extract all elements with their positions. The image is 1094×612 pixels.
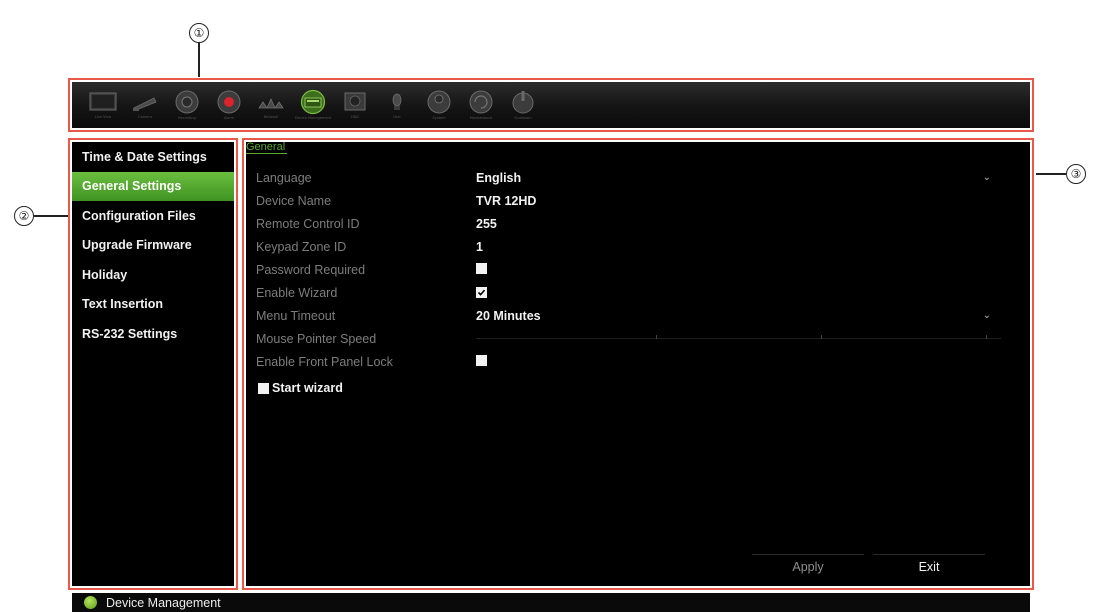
hdd-icon xyxy=(344,92,366,111)
toolbar-caption: Shutdown xyxy=(514,116,532,120)
device-name-field[interactable]: TVR 12HD xyxy=(476,194,1001,208)
user-icon xyxy=(392,93,402,110)
chevron-down-icon[interactable]: ⌄ xyxy=(983,310,991,321)
toolbar-recording[interactable]: Recording xyxy=(166,85,208,125)
maintenance-icon xyxy=(469,90,493,114)
mouse-pointer-speed-row: Mouse Pointer Speed xyxy=(256,327,1001,350)
language-row: Language English ⌄ xyxy=(256,166,1001,189)
shutdown-icon xyxy=(512,91,534,114)
remote-control-id-field[interactable]: 255 xyxy=(476,217,1001,231)
password-required-label: Password Required xyxy=(256,262,366,277)
alarm-icon xyxy=(217,90,241,114)
device-name-label: Device Name xyxy=(256,193,332,208)
toolbar-maintenance[interactable]: Maintenance xyxy=(460,85,502,125)
toolbar-device-management[interactable]: Device Management xyxy=(292,85,334,125)
toolbar-camera[interactable]: Camera xyxy=(124,85,166,125)
toolbar-hdd[interactable]: HDD xyxy=(334,85,376,125)
toolbar-alarm[interactable]: Alarm xyxy=(208,85,250,125)
enable-front-panel-lock-row: Enable Front Panel Lock xyxy=(256,350,1001,373)
settings-menu: Time & Date Settings General Settings Co… xyxy=(72,142,234,586)
menu-item-rs-232-settings[interactable]: RS-232 Settings xyxy=(72,319,234,349)
remote-control-id-row: Remote Control ID 255 xyxy=(256,212,1001,235)
password-required-checkbox[interactable] xyxy=(476,262,487,274)
checkmark-icon xyxy=(477,289,486,296)
apply-button[interactable]: Apply xyxy=(752,554,864,578)
callout-2: ② xyxy=(14,206,34,226)
live-view-icon xyxy=(89,92,117,111)
toolbar-caption: HDD xyxy=(350,115,360,119)
menu-item-configuration-files[interactable]: Configuration Files xyxy=(72,201,234,231)
menu-item-general-settings[interactable]: General Settings xyxy=(72,171,234,201)
system-info-icon xyxy=(427,90,451,114)
menu-item-holiday[interactable]: Holiday xyxy=(72,260,234,290)
exit-button[interactable]: Exit xyxy=(873,554,985,578)
toolbar-caption: Alarm xyxy=(223,116,235,120)
menu-timeout-label: Menu Timeout xyxy=(256,308,336,323)
enable-wizard-row: Enable Wizard xyxy=(256,281,1001,304)
menu-timeout-select[interactable]: 20 Minutes xyxy=(476,309,1001,323)
toolbar-caption: Maintenance xyxy=(469,116,493,120)
toolbar-caption: Live View xyxy=(94,115,112,119)
toolbar-user[interactable]: User xyxy=(376,85,418,125)
toolbar-system[interactable]: System xyxy=(418,85,460,125)
tab-general[interactable]: General xyxy=(246,142,288,154)
toolbar-caption: User xyxy=(393,115,401,119)
toolbar-caption: Device Management xyxy=(294,116,332,120)
keypad-zone-id-label: Keypad Zone ID xyxy=(256,239,347,254)
recording-icon xyxy=(175,90,199,114)
mouse-pointer-speed-slider[interactable] xyxy=(476,338,1001,339)
toolbar-caption: Network xyxy=(263,115,279,119)
remote-control-id-label: Remote Control ID xyxy=(256,216,360,231)
mouse-pointer-speed-label: Mouse Pointer Speed xyxy=(256,331,377,346)
enable-front-panel-lock-label: Enable Front Panel Lock xyxy=(256,354,393,369)
device-name-row: Device Name TVR 12HD xyxy=(256,189,1001,212)
device-management-status-icon xyxy=(84,596,97,609)
language-select[interactable]: English xyxy=(476,171,1001,185)
callout-1: ① xyxy=(189,23,209,43)
language-label: Language xyxy=(256,170,312,185)
enable-wizard-label: Enable Wizard xyxy=(256,285,338,300)
start-wizard-label: Start wizard xyxy=(272,381,343,395)
toolbar-network[interactable]: Network xyxy=(250,85,292,125)
toolbar-caption: Recording xyxy=(178,116,196,120)
network-icon xyxy=(258,98,284,109)
slider-tick xyxy=(986,335,987,339)
toolbar-caption: Camera xyxy=(138,115,152,119)
main-toolbar: Live View Camera Recording Alarm Network xyxy=(72,82,1030,128)
menu-timeout-row: Menu Timeout 20 Minutes ⌄ xyxy=(256,304,1001,327)
menu-item-upgrade-firmware[interactable]: Upgrade Firmware xyxy=(72,231,234,261)
slider-tick xyxy=(656,335,657,339)
callout-3-leader xyxy=(1036,173,1066,175)
general-settings-panel: General Language English ⌄ Device Name T… xyxy=(246,142,1030,586)
password-required-row: Password Required xyxy=(256,258,1001,281)
status-bar: Device Management xyxy=(72,593,1030,612)
callout-1-leader xyxy=(198,43,200,77)
callout-3: ③ xyxy=(1066,164,1086,184)
enable-wizard-checkbox[interactable] xyxy=(476,286,487,298)
start-wizard-option[interactable]: Start wizard xyxy=(258,381,343,395)
slider-tick xyxy=(821,335,822,339)
toolbar-caption: System xyxy=(432,116,446,120)
chevron-down-icon[interactable]: ⌄ xyxy=(983,172,991,183)
menu-item-time-date-settings[interactable]: Time & Date Settings xyxy=(72,142,234,172)
callout-2-leader xyxy=(34,215,68,217)
status-text: Device Management xyxy=(106,595,221,610)
toolbar-live-view[interactable]: Live View xyxy=(82,85,124,125)
toolbar-shutdown[interactable]: Shutdown xyxy=(502,85,544,125)
keypad-zone-id-field[interactable]: 1 xyxy=(476,240,1001,254)
menu-item-text-insertion[interactable]: Text Insertion xyxy=(72,290,234,320)
start-wizard-checkbox[interactable] xyxy=(258,382,269,394)
keypad-zone-id-row: Keypad Zone ID 1 xyxy=(256,235,1001,258)
camera-icon xyxy=(133,97,157,111)
enable-front-panel-lock-checkbox[interactable] xyxy=(476,354,487,366)
device-management-icon xyxy=(300,89,326,115)
